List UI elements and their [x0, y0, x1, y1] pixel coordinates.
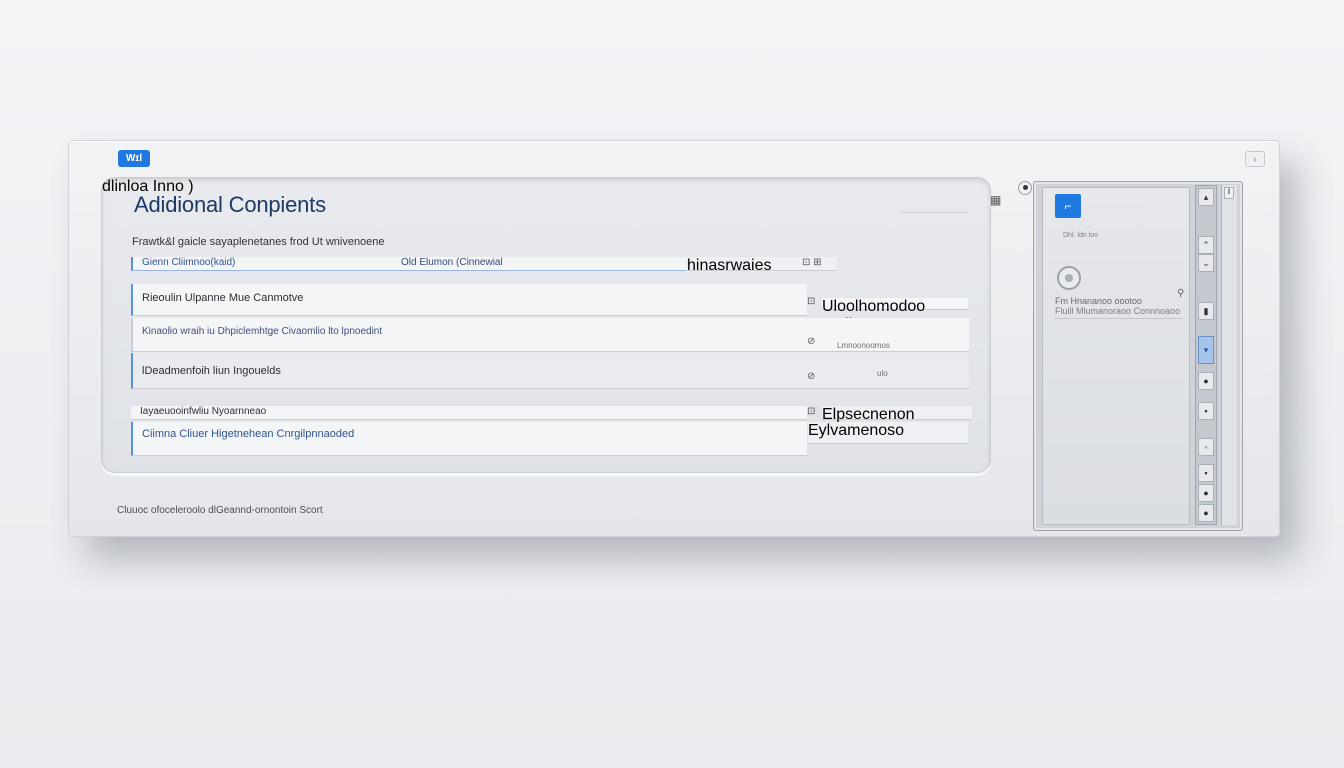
- component-row-controls[interactable]: ⊘: [807, 336, 815, 347]
- close-button[interactable]: ‹: [1245, 151, 1265, 167]
- dot-icon[interactable]: ◦: [1198, 438, 1214, 456]
- grid-view-icon[interactable]: ▦: [990, 194, 1003, 207]
- side-divider: [1055, 318, 1183, 319]
- side-action-button[interactable]: ⌐: [1055, 194, 1081, 218]
- component-name: Ciimna Cliuer Higetnehean Cnrgilpnnaoded: [142, 428, 355, 440]
- component-row[interactable]: lDeadmenfoih liun Ingouelds ⊘ ulo: [131, 353, 969, 389]
- scroll-up-icon[interactable]: ▴: [1198, 188, 1214, 206]
- chevron-down-icon[interactable]: ⌄: [1198, 254, 1214, 272]
- component-row[interactable]: Kinaolio wraih iu Dhpiclemhtge Civaomlio…: [131, 318, 969, 352]
- side-info-subtitle: Fluill Mlumanoraoo Connnoaoo: [1055, 306, 1181, 316]
- side-preview-area: ⌐ Dhl. ldn loo ⚲ Fm Hnananoo oootoo Flui…: [1042, 187, 1190, 525]
- component-row-details: Eylvamenoso: [808, 422, 968, 444]
- pin-icon[interactable]: ⚲: [1177, 288, 1184, 299]
- record-icon[interactable]: ●: [1198, 372, 1214, 390]
- component-version: Old Elumon (Cinnewial: [401, 257, 503, 268]
- component-name: Kinaolio wraih iu Dhpiclemhtge Civaomlio…: [142, 326, 383, 337]
- component-row[interactable]: Ciimna Cliuer Higetnehean Cnrgilpnnaoded: [131, 422, 807, 456]
- chevron-up-icon[interactable]: ⌃: [1198, 236, 1214, 254]
- scroll-thumb[interactable]: ▾: [1198, 336, 1214, 364]
- component-row-controls[interactable]: ⊡: [807, 406, 815, 417]
- dialog-window: Wɪl ‹ Adidional Conpients ▦ Frawtk&l gai…: [68, 140, 1280, 537]
- edge-toggle-icon[interactable]: ‖: [1224, 187, 1234, 199]
- component-row-controls[interactable]: ⊡ ⊞: [802, 257, 822, 268]
- title-divider: [900, 212, 968, 213]
- resize-knob-icon[interactable]: [1018, 181, 1032, 195]
- component-row-details: Elpsecnenon Lulsweme: [822, 406, 972, 441]
- component-name: Gienn Cliimnoo(kaid): [142, 257, 236, 268]
- component-row[interactable]: Rieoulin Ulpanne Mue Canmotve: [131, 284, 807, 316]
- component-status: Lmnoonoomos: [837, 341, 890, 350]
- gear-icon[interactable]: [1057, 266, 1081, 290]
- stop-icon[interactable]: ▪: [1198, 464, 1214, 482]
- components-panel: Adidional Conpients ▦ Frawtk&l gaicle sa…: [101, 177, 1001, 473]
- component-name: lDeadmenfoih liun Ingouelds: [142, 365, 281, 377]
- component-name: Rieoulin Ulpanne Mue Canmotve: [142, 292, 304, 304]
- record-icon[interactable]: ●: [1198, 484, 1214, 502]
- component-row-controls[interactable]: ⊡: [807, 296, 815, 307]
- component-row[interactable]: Iayaeuooinfwliu Nyoarnneao: [131, 406, 807, 420]
- footer-status-text: Cluuoc ofoceleroolo dlGeannd-ornontoin S…: [117, 505, 323, 516]
- component-status: Eylvamenoso: [808, 422, 905, 439]
- component-status: ulo: [877, 369, 888, 378]
- side-panel: ⌐ Dhl. ldn loo ⚲ Fm Hnananoo oootoo Flui…: [1033, 181, 1243, 531]
- component-row-details: hinasrwaies ⊡ ⊞: [687, 257, 837, 274]
- component-row[interactable]: Gienn Cliimnoo(kaid) Old Elumon (Cinnewi…: [131, 257, 686, 271]
- panel-description: Frawtk&l gaicle sayaplenetanes frod Ut w…: [132, 236, 385, 248]
- component-row-details: Uloolhomodoo ondlonouos: [822, 298, 968, 333]
- vertical-scrollbar[interactable]: ▴ ⌃ ⌄ ▮ ▾ ● ▪ ◦ ▪ ● ●: [1195, 185, 1217, 525]
- side-edge-bar: ‖: [1221, 185, 1237, 525]
- lock-icon[interactable]: ▪: [1198, 402, 1214, 420]
- scroll-down-icon[interactable]: ●: [1198, 504, 1214, 522]
- component-name: Iayaeuooinfwliu Nyoarnneao: [140, 406, 267, 417]
- side-info-title: Fm Hnananoo oootoo: [1055, 296, 1143, 306]
- component-status: hinasrwaies: [687, 257, 772, 274]
- page-icon[interactable]: ▮: [1198, 302, 1214, 320]
- page-title: Adidional Conpients: [134, 192, 326, 217]
- app-logo-badge: Wɪl: [118, 150, 150, 167]
- component-row-controls[interactable]: ⊘: [807, 371, 815, 382]
- side-caption: Dhl. ldn loo: [1063, 232, 1099, 239]
